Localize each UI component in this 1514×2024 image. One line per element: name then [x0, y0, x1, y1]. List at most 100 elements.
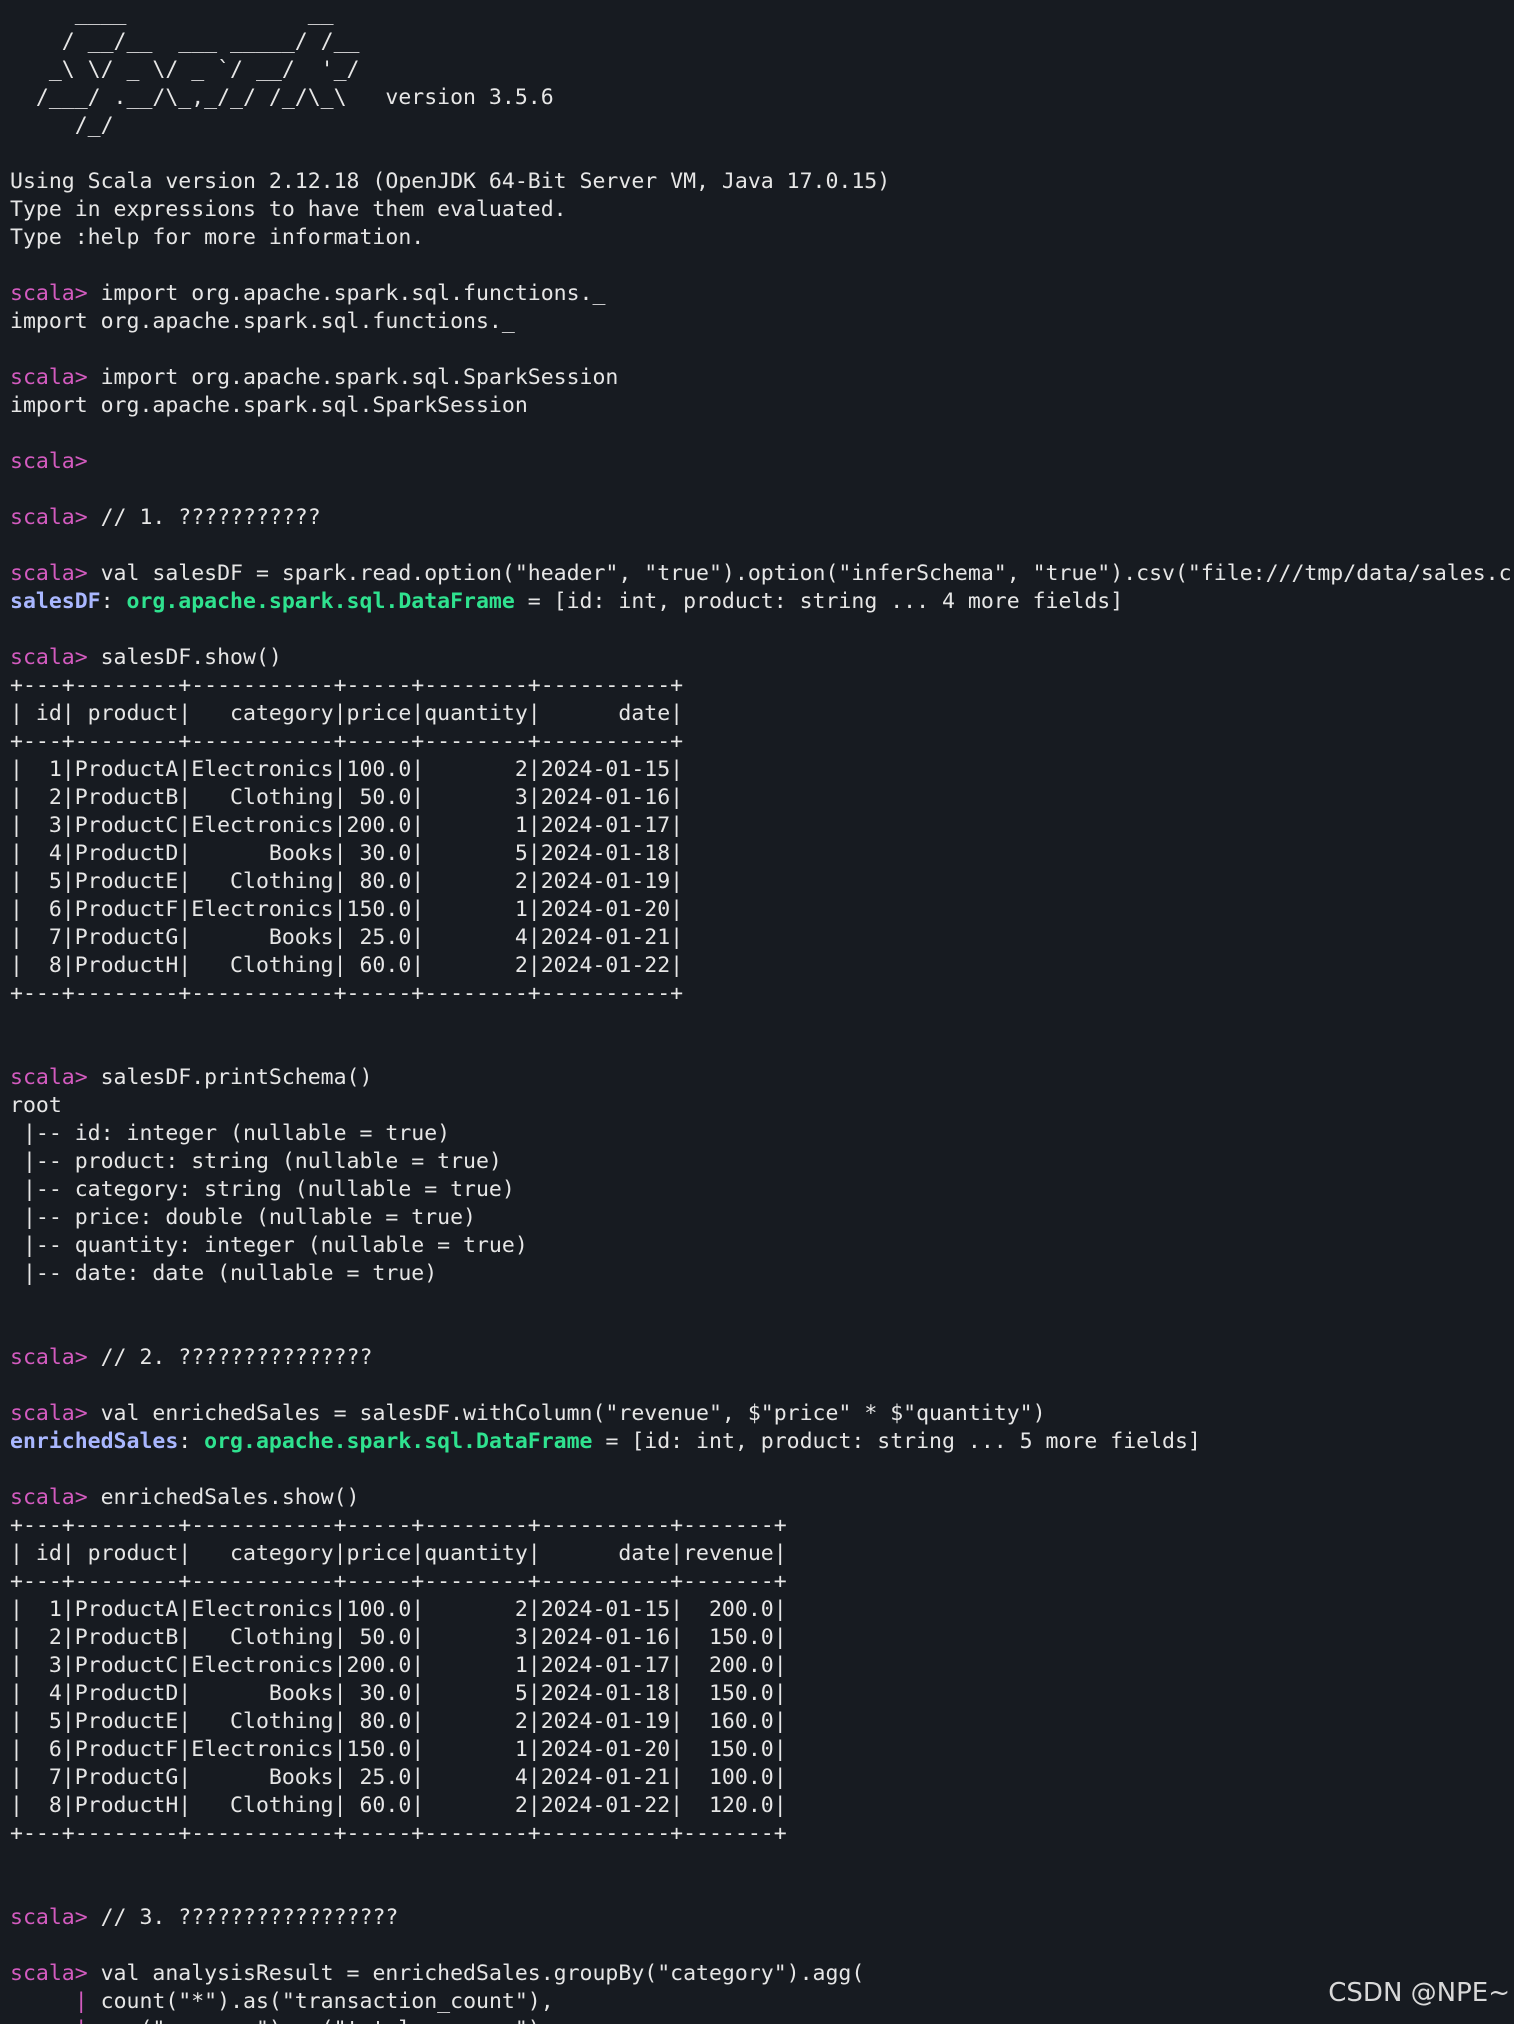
- output-line: | 4|ProductD| Books| 30.0| 5|2024-01-18|…: [10, 1681, 787, 1706]
- output-line: +---+--------+-----------+-----+--------…: [10, 1569, 787, 1594]
- input-line: scala> // 1. ???????????: [10, 504, 1510, 532]
- command-text: // 2. ???????????????: [87, 1345, 373, 1370]
- prompt: scala>: [10, 449, 88, 474]
- output-line: | 5|ProductE| Clothing| 80.0| 2|2024-01-…: [10, 869, 684, 894]
- command-text: salesDF.printSchema(): [87, 1065, 373, 1090]
- input-line: scala> val enrichedSales = salesDF.withC…: [10, 1400, 1510, 1428]
- command-text: // 3. ?????????????????: [87, 1905, 399, 1930]
- output-line: | 1|ProductA|Electronics|100.0| 2|2024-0…: [10, 1597, 787, 1622]
- input-line: scala> val analysisResult = enrichedSale…: [10, 1960, 1510, 1988]
- output-line: | id| product| category|price|quantity| …: [10, 1541, 787, 1566]
- output-line: | 2|ProductB| Clothing| 50.0| 3|2024-01-…: [10, 785, 684, 810]
- output-line: | 8|ProductH| Clothing| 60.0| 2|2024-01-…: [10, 953, 684, 978]
- output-line: | 3|ProductC|Electronics|200.0| 1|2024-0…: [10, 813, 684, 838]
- input-line: scala> salesDF.show(): [10, 644, 1510, 672]
- command-text: enrichedSales.show(): [87, 1485, 360, 1510]
- command-text: import org.apache.spark.sql.functions._: [87, 281, 606, 306]
- output-line: |-- price: double (nullable = true): [10, 1205, 476, 1230]
- output-line: | 6|ProductF|Electronics|150.0| 1|2024-0…: [10, 1737, 787, 1762]
- output-line: +---+--------+-----------+-----+--------…: [10, 1513, 787, 1538]
- input-line: scala>: [10, 448, 1510, 476]
- output-line: +---+--------+-----------+-----+--------…: [10, 673, 684, 698]
- output-line: | 1|ProductA|Electronics|100.0| 2|2024-0…: [10, 757, 684, 782]
- prompt: scala>: [10, 1401, 88, 1426]
- output-line: |-- date: date (nullable = true): [10, 1261, 438, 1286]
- output-line: /___/ .__/\_,_/_/ /_/\_\ version 3.5.6: [10, 85, 554, 110]
- prompt: scala>: [10, 1345, 88, 1370]
- continuation-line: | count("*").as("transaction_count"),: [10, 1988, 1510, 2016]
- command-text: val analysisResult = enrichedSales.group…: [87, 1961, 865, 1986]
- result-type: org.apache.spark.sql.DataFrame: [126, 589, 515, 614]
- input-line: scala> // 3. ?????????????????: [10, 1904, 1510, 1932]
- output-line: |-- quantity: integer (nullable = true): [10, 1233, 528, 1258]
- output-line: | 5|ProductE| Clothing| 80.0| 2|2024-01-…: [10, 1709, 787, 1734]
- output-line: import org.apache.spark.sql.functions._: [10, 309, 515, 334]
- result-variable: enrichedSales: [10, 1429, 179, 1454]
- terminal-output[interactable]: ____ __ / __/__ ___ _____/ /__ _\ \/ _ \…: [10, 0, 1510, 2024]
- command-text: sum("revenue").as("total_revenue"),: [88, 2017, 554, 2024]
- input-line: scala> enrichedSales.show(): [10, 1484, 1510, 1512]
- input-line: scala> import org.apache.spark.sql.Spark…: [10, 364, 1510, 392]
- input-line: scala> val salesDF = spark.read.option("…: [10, 560, 1510, 588]
- result-value: = [id: int, product: string ... 4 more f…: [514, 589, 1124, 614]
- prompt: scala>: [10, 281, 88, 306]
- output-line: / __/__ ___ _____/ /__: [10, 29, 360, 54]
- output-line: | 7|ProductG| Books| 25.0| 4|2024-01-21|: [10, 925, 684, 950]
- continuation-marker: |: [75, 2017, 88, 2024]
- output-line: +---+--------+-----------+-----+--------…: [10, 981, 684, 1006]
- output-line: root: [10, 1093, 62, 1118]
- result-type: org.apache.spark.sql.DataFrame: [204, 1429, 593, 1454]
- output-line: |-- product: string (nullable = true): [10, 1149, 502, 1174]
- output-line: | 4|ProductD| Books| 30.0| 5|2024-01-18|: [10, 841, 684, 866]
- output-line: | 8|ProductH| Clothing| 60.0| 2|2024-01-…: [10, 1793, 787, 1818]
- output-line: | 3|ProductC|Electronics|200.0| 1|2024-0…: [10, 1653, 787, 1678]
- command-text: count("*").as("transaction_count"),: [87, 1989, 554, 2014]
- result-value: = [id: int, product: string ... 5 more f…: [592, 1429, 1201, 1454]
- result-line: salesDF: org.apache.spark.sql.DataFrame …: [10, 589, 1124, 614]
- output-line: Type :help for more information.: [10, 225, 425, 250]
- output-line: |-- id: integer (nullable = true): [10, 1121, 451, 1146]
- output-line: Type in expressions to have them evaluat…: [10, 197, 567, 222]
- input-line: scala> import org.apache.spark.sql.funct…: [10, 280, 1510, 308]
- output-line: Using Scala version 2.12.18 (OpenJDK 64-…: [10, 169, 891, 194]
- output-line: /_/: [10, 113, 114, 138]
- prompt: scala>: [10, 645, 88, 670]
- prompt: scala>: [10, 561, 88, 586]
- input-line: scala> // 2. ???????????????: [10, 1344, 1510, 1372]
- output-line: import org.apache.spark.sql.SparkSession: [10, 393, 528, 418]
- watermark: CSDN @NPE~: [1328, 1978, 1510, 2008]
- prompt: scala>: [10, 1961, 88, 1986]
- prompt: scala>: [10, 1905, 88, 1930]
- command-text: val salesDF = spark.read.option("header"…: [87, 561, 1510, 586]
- output-line: |-- category: string (nullable = true): [10, 1177, 515, 1202]
- output-line: +---+--------+-----------+-----+--------…: [10, 729, 684, 754]
- output-line: ____ __: [10, 1, 334, 26]
- output-line: _\ \/ _ \/ _ `/ __/ '_/: [10, 57, 360, 82]
- command-text: salesDF.show(): [87, 645, 282, 670]
- continuation-line: | sum("revenue").as("total_revenue"),: [10, 2016, 1510, 2024]
- command-text: val enrichedSales = salesDF.withColumn("…: [87, 1401, 1046, 1426]
- prompt: scala>: [10, 365, 88, 390]
- output-line: | 6|ProductF|Electronics|150.0| 1|2024-0…: [10, 897, 684, 922]
- result-variable: salesDF: [10, 589, 101, 614]
- continuation-marker: |: [74, 1989, 88, 2014]
- command-text: // 1. ???????????: [87, 505, 321, 530]
- input-line: scala> salesDF.printSchema(): [10, 1064, 1510, 1092]
- prompt: scala>: [10, 1065, 88, 1090]
- output-line: | 7|ProductG| Books| 25.0| 4|2024-01-21|…: [10, 1765, 787, 1790]
